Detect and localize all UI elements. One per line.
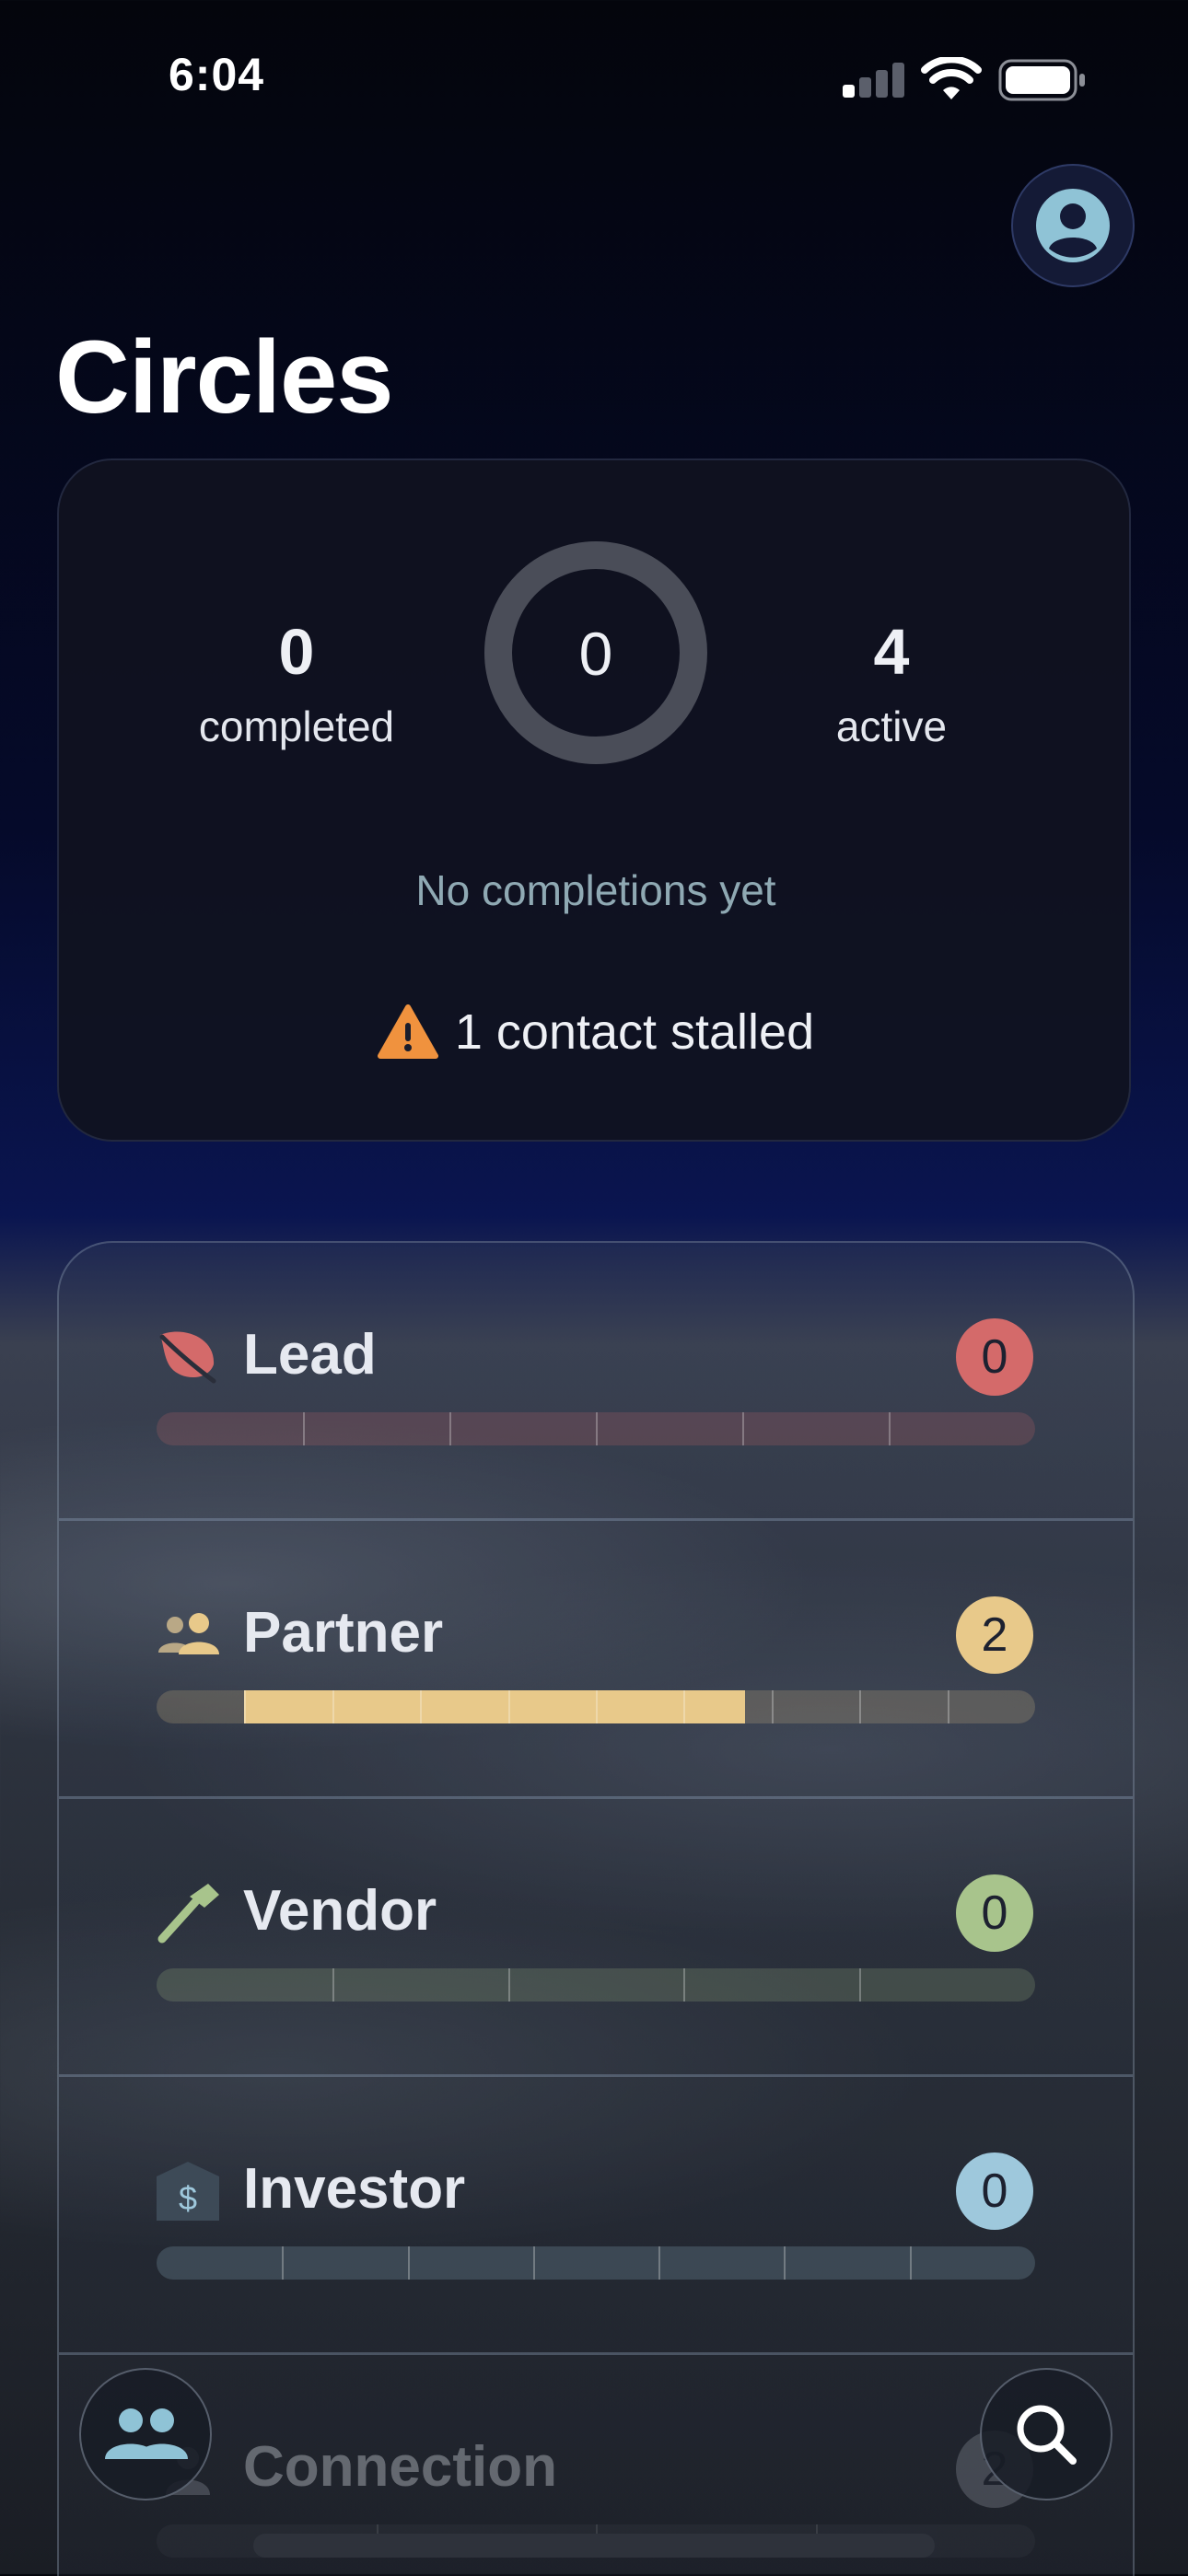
completion-ring: 0 [484,541,707,764]
ring-value: 0 [578,620,613,688]
bank-icon: $ [155,2158,221,2224]
progress-tick [859,1968,862,2002]
status-time: 6:04 [169,49,265,100]
circles-people-icon [105,2408,188,2459]
progress-tick [244,1690,247,1723]
progress-tick [282,2246,285,2280]
circle-count-badge: 2 [956,1596,1033,1674]
progress-tick [683,1968,686,2002]
progress-tick [683,1690,686,1723]
progress-tick [596,1690,598,1723]
summary-card: 0 completed 0 4 active No completions ye… [57,458,1131,1142]
progress-tick [658,2246,661,2280]
progress-tick [332,1968,334,2002]
active-label: active [835,702,948,750]
home-indicator [253,2534,935,2558]
progress-bar [157,1968,1035,2002]
progress-tick [859,1690,862,1723]
circle-label: Vendor [243,1879,437,1943]
no-completions-text: No completions yet [415,866,776,914]
progress-tick [420,1690,423,1723]
circle-row-partner[interactable]: Partner 2 [59,1521,1133,1799]
progress-tick [532,2246,535,2280]
progress-tick [741,1412,744,1445]
progress-tick [771,1690,774,1723]
people-icon [155,1602,221,1668]
circle-label: Partner [243,1601,444,1665]
circle-row-lead[interactable]: Lead 0 [59,1243,1133,1521]
battery-icon [998,59,1087,106]
wifi-icon [921,55,982,106]
active-count: 4 [873,616,910,688]
cellular-signal-icon [843,61,905,98]
progress-tick [889,1412,891,1445]
circle-count-badge: 0 [956,1318,1033,1396]
progress-tick [302,1412,305,1445]
progress-tick [507,1968,510,2002]
completed-label: completed [198,702,395,750]
hammer-icon [155,1880,221,1946]
leaf-icon [155,1324,221,1390]
profile-icon [1036,189,1110,262]
stalled-text: 1 contact stalled [454,1004,815,1060]
progress-tick [909,2246,912,2280]
progress-fill [244,1690,746,1723]
circle-count-badge: 0 [956,1874,1033,1952]
progress-tick [784,2246,786,2280]
search-icon [1017,2405,1077,2465]
progress-tick [448,1412,451,1445]
stalled-contacts-link[interactable]: 1 contact stalled [59,1004,1133,1061]
circle-label: Investor [243,2157,466,2221]
progress-tick [596,1412,598,1445]
progress-bar [157,1412,1035,1445]
circle-row-investor[interactable]: $ Investor 0 [59,2077,1133,2355]
circles-list: Lead 0 Partner 2 Vendor 0 $ Investor 0 C… [57,1241,1135,2576]
progress-bar [157,1690,1035,1723]
progress-tick [947,1690,949,1723]
svg-text:$: $ [179,2179,197,2217]
warning-icon [377,1004,438,1059]
progress-tick [507,1690,510,1723]
progress-tick [332,1690,334,1723]
progress-bar [157,2246,1035,2280]
circle-count-badge: 0 [956,2152,1033,2230]
circle-label: Connection [243,2435,557,2499]
search-button[interactable] [980,2368,1112,2501]
progress-tick [407,2246,410,2280]
completed-count: 0 [278,616,315,688]
circle-label: Lead [243,1323,377,1387]
page-title: Circles [55,319,394,435]
circles-tab-button[interactable] [79,2368,212,2501]
circle-row-vendor[interactable]: Vendor 0 [59,1799,1133,2077]
profile-button[interactable] [1011,164,1135,287]
